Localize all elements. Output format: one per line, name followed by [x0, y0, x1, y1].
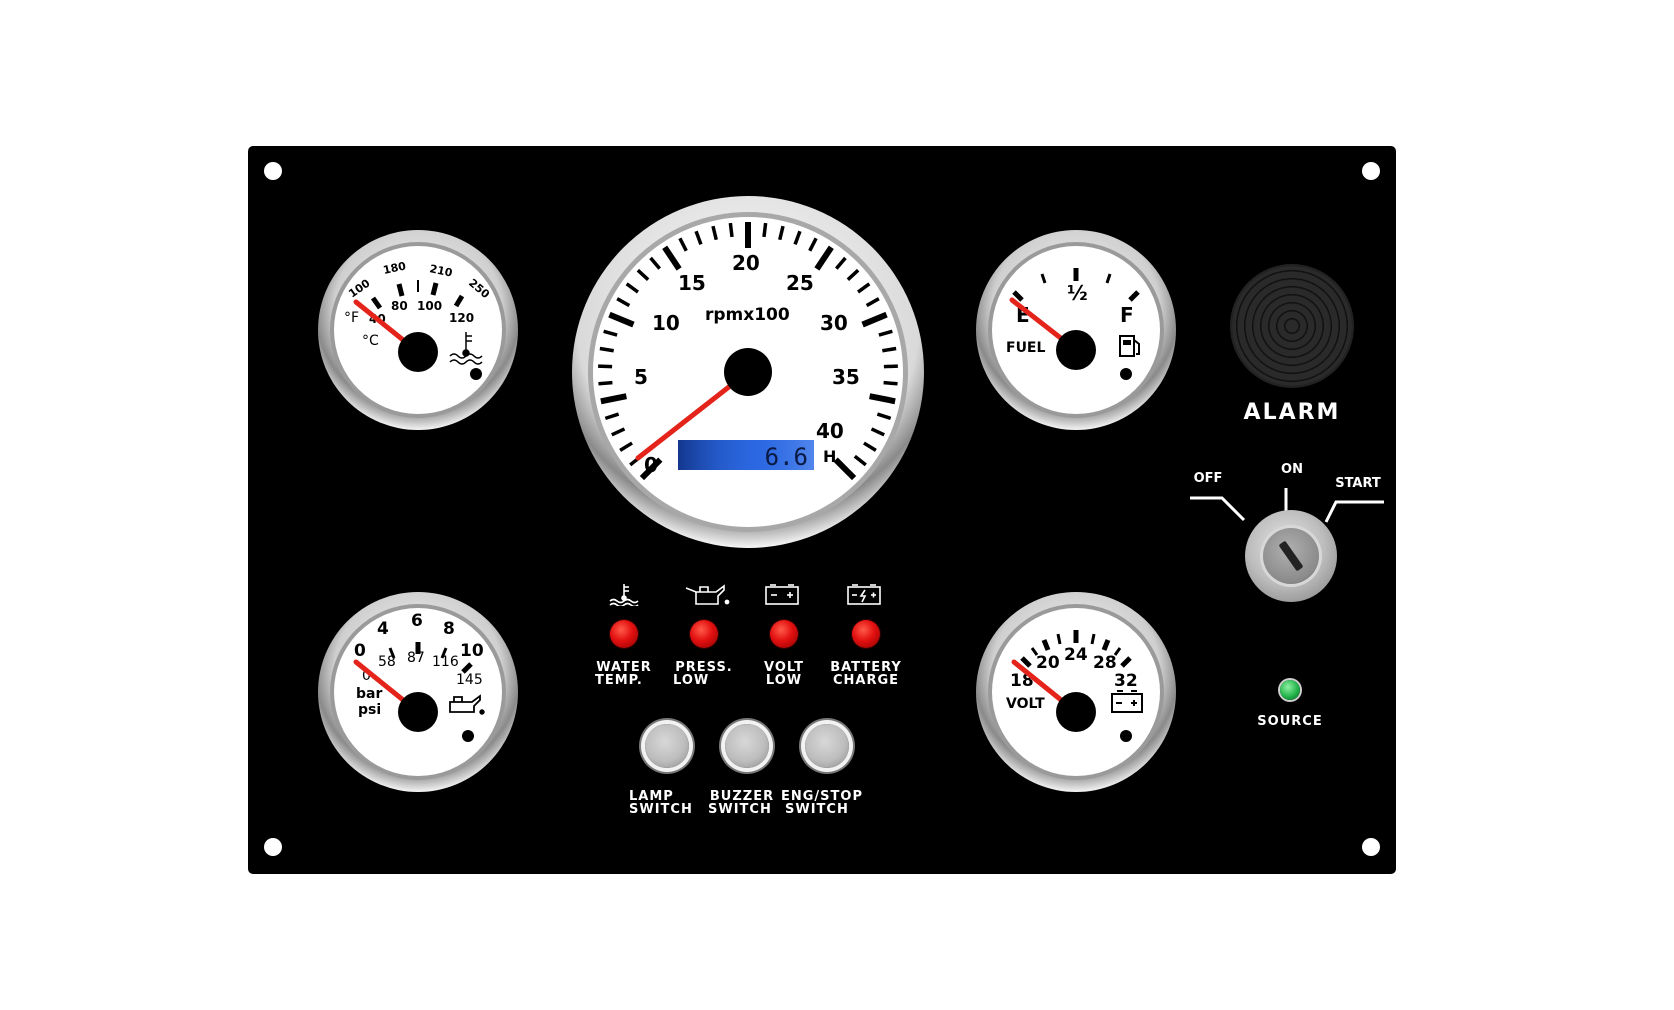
mount-hole-top-left — [264, 162, 282, 180]
water-temp-icon — [609, 584, 639, 606]
warning-led-volt-low — [770, 620, 798, 648]
lamp-switch-button[interactable] — [645, 724, 689, 768]
buzzer-switch-button[interactable] — [725, 724, 769, 768]
fuel-half-label: ½ — [1067, 281, 1088, 305]
tach-minor-tick — [882, 346, 897, 353]
switch-label-line2: SWITCH — [785, 802, 849, 817]
volt-tick-20: 20 — [1036, 653, 1060, 673]
tach-tick-25: 25 — [786, 271, 814, 295]
temp-c-tick-80: 80 — [391, 299, 408, 313]
temp-warning-dot — [470, 368, 482, 380]
oil-bar-tick-8: 8 — [443, 619, 455, 639]
tach-tick-40: 40 — [816, 419, 844, 443]
tach-minor-tick — [762, 222, 768, 238]
volt-tick-24: 24 — [1064, 645, 1088, 665]
tach-tick-10: 10 — [652, 311, 680, 335]
eng-stop-switch-label: ENG/STOP SWITCH — [767, 790, 877, 816]
oil-pressure-icon — [685, 584, 730, 605]
volt-tick-28: 28 — [1093, 653, 1117, 673]
tach-tick-15: 15 — [678, 271, 706, 295]
ignition-key-switch[interactable] — [1245, 510, 1337, 602]
oil-bar-tick-10: 10 — [460, 641, 484, 661]
warning-label-line2: CHARGE — [832, 673, 900, 688]
tach-minor-tick — [599, 346, 614, 353]
volt-needle-hub — [1056, 692, 1096, 732]
fuel-needle-hub — [1056, 330, 1096, 370]
oil-psi-tick-87: 87 — [407, 650, 425, 666]
fuel-name-label: FUEL — [1006, 340, 1045, 356]
mount-hole-bottom-right — [1362, 838, 1380, 856]
voltmeter-gauge: 18 20 24 28 32 VOLT — [974, 590, 1178, 794]
oil-needle-hub — [398, 692, 438, 732]
warning-led-battery-charge — [852, 620, 880, 648]
tach-minor-tick — [598, 380, 613, 386]
tach-tick-0: 0 — [644, 453, 658, 477]
oil-unit-psi: psi — [358, 702, 381, 718]
mount-hole-bottom-left — [264, 838, 282, 856]
fuel-warning-dot — [1120, 368, 1132, 380]
tach-tick-30: 30 — [820, 311, 848, 335]
warning-label-battery-charge: BATTERY CHARGE — [811, 661, 921, 687]
volt-tick-32: 32 — [1114, 671, 1138, 691]
oil-bar-tick-6: 6 — [411, 611, 423, 631]
tach-unit-label: rpmx100 — [705, 305, 790, 325]
oil-psi-tick-145: 145 — [456, 672, 483, 688]
temperature-gauge: 100 180 210 250 40 80 100 120 °F °C — [316, 228, 520, 432]
alarm-buzzer — [1232, 266, 1352, 386]
warning-led-press-low — [690, 620, 718, 648]
tach-needle-hub — [724, 348, 772, 396]
volt-name-label: VOLT — [1006, 696, 1045, 712]
tachometer: 0 5 10 15 20 25 30 35 40 rpmx100 6.6 H — [570, 194, 926, 550]
hour-meter-unit: H — [823, 447, 836, 466]
hour-meter-value: 6.6 — [765, 443, 808, 471]
tach-minor-tick — [598, 364, 613, 369]
temp-needle-hub — [398, 332, 438, 372]
oil-pressure-gauge: 0 4 6 8 10 0 58 87 116 145 bar psi — [316, 590, 520, 794]
tach-minor-tick — [728, 222, 734, 238]
tach-tick-20: 20 — [732, 251, 760, 275]
mount-hole-top-right — [1362, 162, 1380, 180]
tach-minor-tick — [883, 364, 898, 369]
ignition-on-label: ON — [1281, 462, 1303, 477]
source-label: SOURCE — [1257, 714, 1323, 729]
fuel-gauge: E ½ F FUEL — [974, 228, 1178, 432]
instrument-panel: 100 180 210 250 40 80 100 120 °F °C — [248, 146, 1396, 874]
temp-unit-f: °F — [344, 310, 359, 326]
oil-psi-tick-116: 116 — [432, 654, 459, 670]
fuel-full-label: F — [1120, 303, 1134, 327]
oil-bar-tick-0: 0 — [354, 641, 366, 661]
oil-psi-tick-58: 58 — [378, 654, 396, 670]
oil-unit-bar: bar — [356, 686, 382, 702]
battery-charge-icon — [847, 584, 881, 605]
alarm-label: ALARM — [1243, 400, 1341, 425]
source-indicator-led — [1280, 680, 1300, 700]
tach-tick-5: 5 — [634, 365, 648, 389]
temp-c-tick-100: 100 — [417, 299, 442, 313]
temp-unit-c: °C — [362, 333, 379, 349]
battery-low-icon — [765, 584, 799, 605]
warning-led-water-temp — [610, 620, 638, 648]
temp-c-tick-120: 120 — [449, 311, 474, 325]
volt-warning-dot — [1120, 730, 1132, 742]
eng-stop-switch-button[interactable] — [805, 724, 849, 768]
oil-warning-dot — [462, 730, 474, 742]
tach-minor-tick — [883, 380, 898, 386]
tach-tick-35: 35 — [832, 365, 860, 389]
oil-bar-tick-4: 4 — [377, 619, 389, 639]
